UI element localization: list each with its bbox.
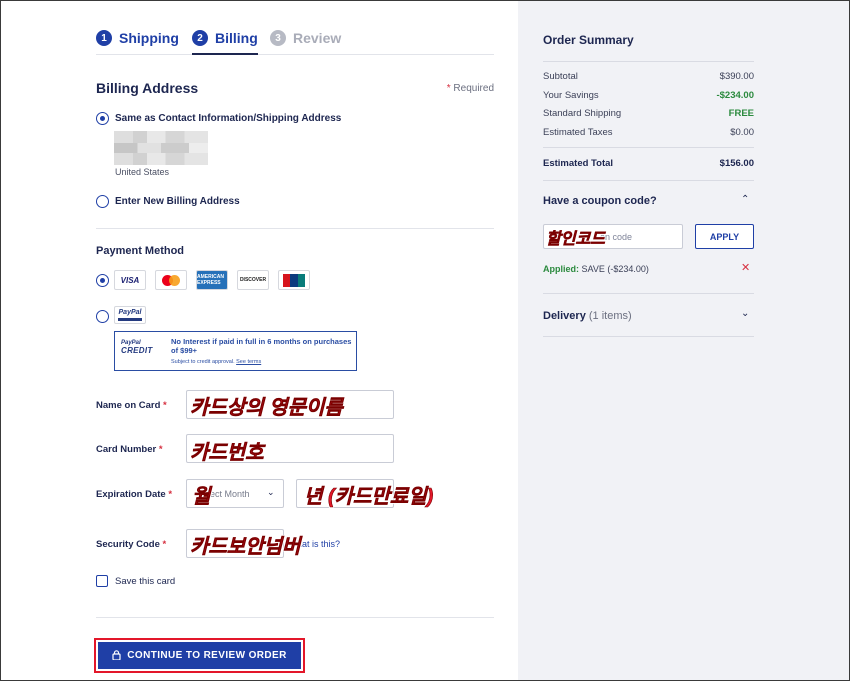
screenshot-border (0, 0, 850, 681)
